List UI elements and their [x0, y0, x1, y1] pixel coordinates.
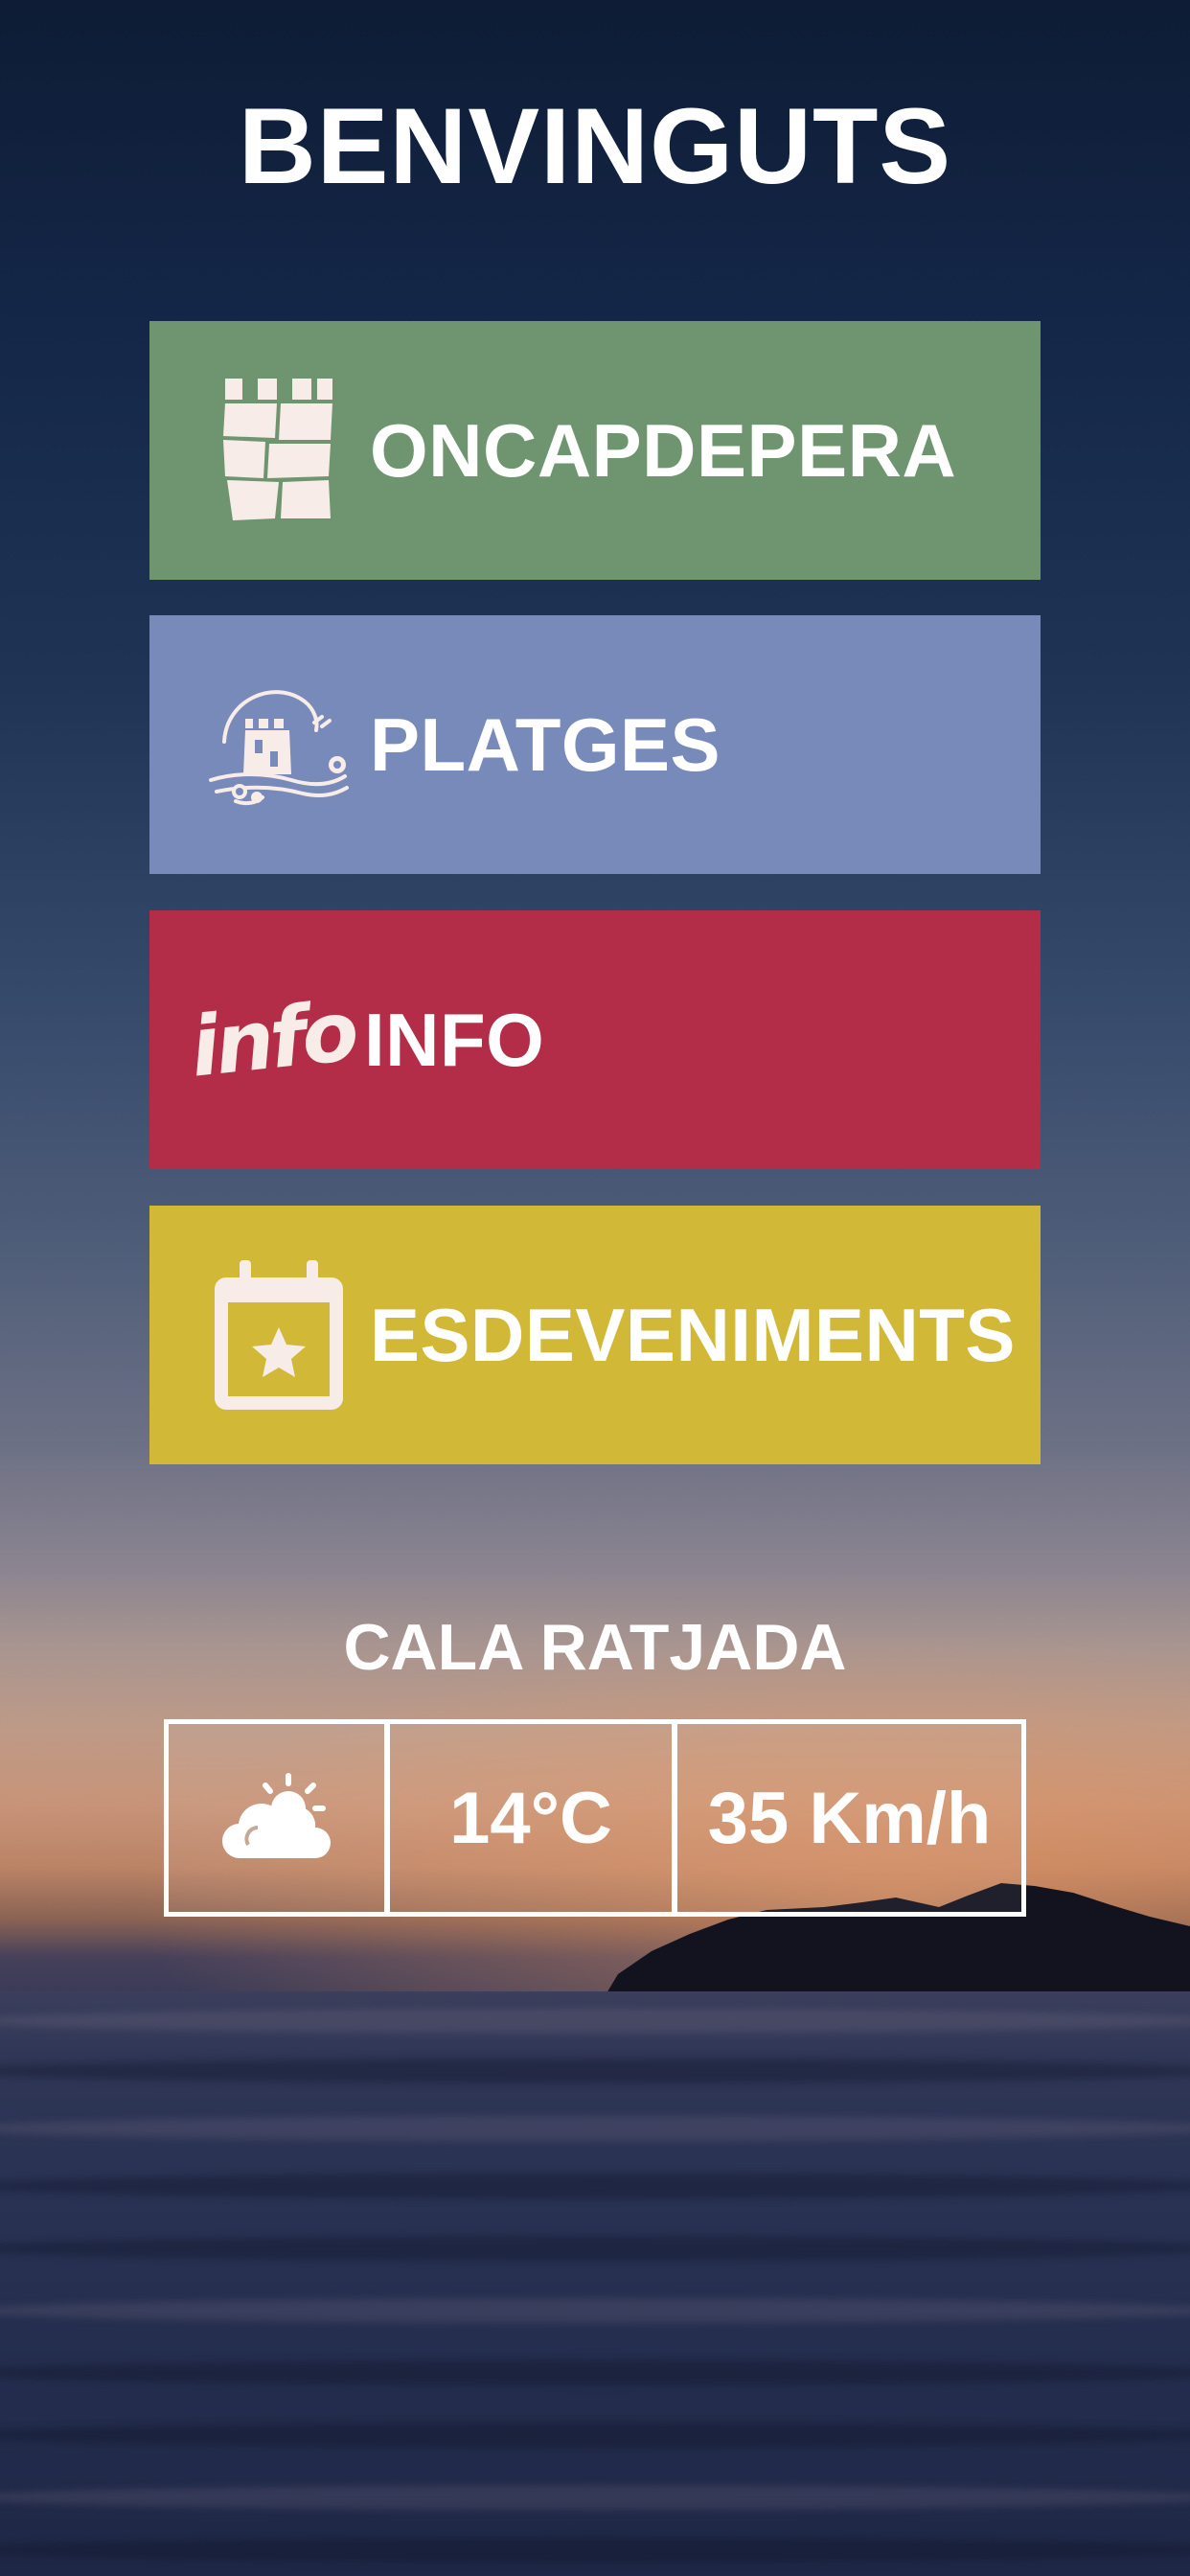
sea-background — [0, 1991, 1190, 2576]
menu-item-label: PLATGES — [370, 702, 721, 787]
info-text-icon: info — [187, 958, 360, 1121]
wind-speed-value: 35 Km/h — [672, 1724, 1021, 1912]
page-title: BENVINGUTS — [238, 86, 952, 206]
info-icon-text: info — [186, 983, 360, 1096]
app-screen: { "header": { "title": "BENVINGUTS" }, "… — [0, 0, 1190, 2576]
menu-item-label: ONCAPDEPERA — [370, 407, 957, 493]
calendar-star-icon — [197, 1254, 360, 1416]
menu-item-oncapdepera[interactable]: ONCAPDEPERA — [149, 321, 1041, 580]
weather-panel: 14°C 35 Km/h — [164, 1719, 1026, 1917]
castle-tower-icon — [197, 369, 360, 532]
menu-item-label: ESDEVENIMENTS — [370, 1292, 1016, 1377]
menu-item-esdeveniments[interactable]: ESDEVENIMENTS — [149, 1206, 1041, 1464]
partly-cloudy-icon — [221, 1773, 331, 1859]
beach-tower-icon — [197, 663, 360, 826]
menu-item-info[interactable]: info INFO — [149, 910, 1041, 1169]
location-label: CALA RATJADA — [343, 1611, 847, 1684]
weather-condition-cell — [169, 1724, 384, 1912]
temperature-value: 14°C — [384, 1724, 672, 1912]
menu-item-label: INFO — [364, 997, 545, 1082]
menu-item-platges[interactable]: PLATGES — [149, 615, 1041, 874]
